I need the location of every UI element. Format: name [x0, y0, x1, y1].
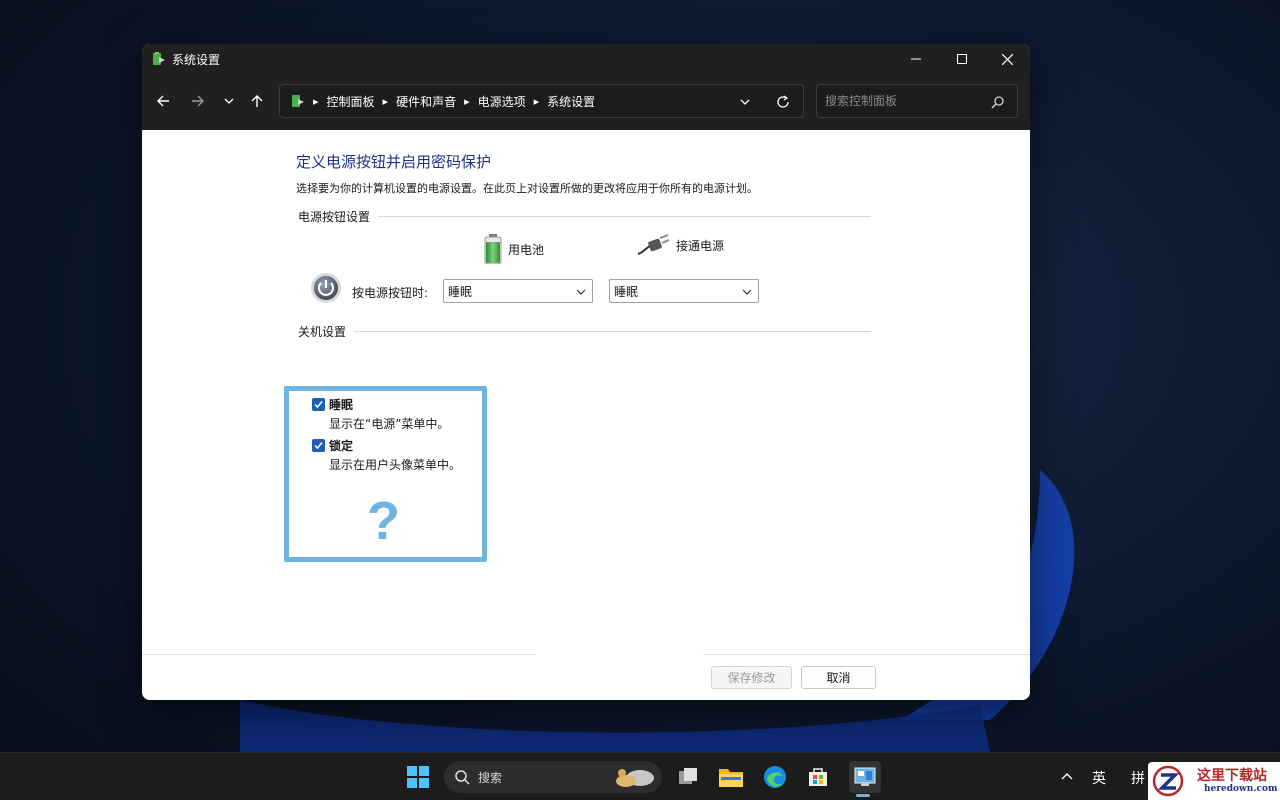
- group-header-label: 关机设置: [298, 324, 347, 339]
- breadcrumb-separator: ▸: [382, 94, 389, 108]
- breadcrumb-separator: ▸: [313, 94, 319, 108]
- recent-locations-button[interactable]: [216, 88, 242, 114]
- divider: [354, 330, 871, 332]
- minimize-button[interactable]: [893, 44, 939, 74]
- microsoft-store-icon: [809, 768, 827, 786]
- watermark-domain-text: heredown.com: [1204, 784, 1278, 794]
- chevron-up-icon[interactable]: [1061, 771, 1073, 781]
- power-button-icon: [311, 273, 341, 303]
- taskbar-search-label: 搜索: [478, 770, 503, 785]
- address-dropdown-icon[interactable]: [737, 94, 753, 110]
- battery-action-value: 睡眠: [448, 284, 473, 299]
- footer-divider-gap: [536, 652, 703, 656]
- lock-description: 显示在用户头像菜单中。: [329, 458, 462, 472]
- watermark-logo-icon: [1152, 765, 1184, 797]
- close-button[interactable]: [984, 44, 1030, 74]
- page-description: 选择要为你的计算机设置的电源设置。在此页上对设置所做的更改将应用于你所有的电源计…: [296, 182, 758, 195]
- search-box[interactable]: [816, 84, 1018, 118]
- search-icon: [455, 770, 470, 785]
- power-options-icon: [153, 52, 165, 65]
- control-panel-taskbar-button[interactable]: [849, 761, 881, 793]
- chevron-down-icon: [742, 289, 752, 295]
- navigation-bar: ▸ 控制面板 ▸ 硬件和声音 ▸ 电源选项 ▸ 系统设置: [142, 74, 1030, 130]
- chevron-down-icon: [576, 289, 586, 295]
- windows-logo-icon: [407, 766, 429, 788]
- up-button[interactable]: [244, 88, 270, 114]
- forward-button[interactable]: [185, 88, 211, 114]
- task-view-button[interactable]: [674, 763, 702, 791]
- breadcrumb-power-options[interactable]: 电源选项: [478, 93, 526, 110]
- power-plug-icon: [637, 234, 670, 255]
- lock-label: 锁定: [329, 439, 354, 453]
- arrow-right-icon: [192, 95, 204, 107]
- search-highlight-icon: [616, 769, 654, 787]
- taskbar-search[interactable]: 搜索: [444, 761, 662, 793]
- start-button[interactable]: [404, 763, 432, 791]
- save-changes-button[interactable]: 保存修改: [711, 666, 792, 689]
- plugged-in-column-header: 接通电源: [636, 234, 724, 256]
- breadcrumb-separator: ▸: [533, 94, 540, 108]
- file-explorer-button[interactable]: [717, 763, 745, 791]
- battery-label: 用电池: [508, 242, 545, 257]
- breadcrumb-control-panel[interactable]: 控制面板: [327, 93, 375, 110]
- site-watermark: 这里下载站 heredown.com: [1148, 762, 1280, 800]
- minimize-icon: [911, 58, 921, 60]
- cancel-button[interactable]: 取消: [801, 666, 876, 689]
- battery-action-select[interactable]: 睡眠: [443, 279, 593, 303]
- close-icon: [1001, 53, 1013, 65]
- divider: [378, 215, 871, 217]
- edge-browser-icon: [764, 766, 786, 788]
- sleep-description: 显示在“电源”菜单中。: [329, 417, 450, 431]
- checkmark-icon: [314, 401, 323, 409]
- breadcrumb-separator: ▸: [464, 94, 470, 108]
- control-panel-icon: [292, 95, 304, 107]
- sleep-label: 睡眠: [329, 398, 354, 412]
- ime-indicator[interactable]: 拼: [1131, 768, 1145, 788]
- checkmark-icon: [314, 442, 323, 450]
- plugged-in-label: 接通电源: [676, 238, 725, 253]
- active-app-indicator: [856, 794, 870, 797]
- edge-button[interactable]: [761, 763, 789, 791]
- language-indicator[interactable]: 英: [1092, 768, 1106, 788]
- power-button-action-label: 按电源按钮时:: [352, 286, 429, 300]
- page-title: 定义电源按钮并启用密码保护: [296, 153, 492, 171]
- lock-option[interactable]: 锁定: [312, 437, 353, 454]
- store-button[interactable]: [804, 763, 832, 791]
- back-button[interactable]: [150, 88, 176, 114]
- plugged-in-action-value: 睡眠: [614, 284, 639, 299]
- sleep-option[interactable]: 睡眠: [312, 396, 353, 413]
- taskbar: 搜索 英 拼: [0, 752, 1280, 800]
- shutdown-settings-header: 关机设置: [298, 324, 871, 339]
- refresh-icon[interactable]: [775, 94, 791, 110]
- control-panel-icon: [854, 767, 876, 786]
- task-view-icon: [679, 768, 697, 784]
- maximize-button[interactable]: [939, 44, 985, 74]
- content-area: 定义电源按钮并启用密码保护 选择要为你的计算机设置的电源设置。在此页上对设置所做…: [142, 130, 1030, 700]
- chevron-down-icon: [224, 98, 234, 104]
- breadcrumb-hardware-sound[interactable]: 硬件和声音: [396, 93, 456, 110]
- search-input[interactable]: [825, 92, 985, 110]
- battery-column-header: 用电池: [484, 234, 544, 264]
- arrow-up-icon: [251, 95, 263, 107]
- plugged-in-action-select[interactable]: 睡眠: [609, 279, 759, 303]
- group-header-label: 电源按钮设置: [298, 209, 371, 224]
- address-bar[interactable]: ▸ 控制面板 ▸ 硬件和声音 ▸ 电源选项 ▸ 系统设置: [279, 84, 804, 118]
- maximize-icon: [957, 54, 967, 64]
- power-button-settings-header: 电源按钮设置: [298, 209, 871, 224]
- breadcrumb-system-settings[interactable]: 系统设置: [547, 93, 595, 110]
- title-bar: 系统设置: [142, 44, 1030, 74]
- window-title: 系统设置: [172, 53, 221, 67]
- watermark-chinese-text: 这里下载站: [1197, 768, 1267, 784]
- arrow-left-icon: [157, 95, 169, 107]
- system-settings-window: 系统设置 ▸ 控制面板 ▸ 硬件和声音 ▸ 电源选项 ▸ 系统设置 搜索控制面板…: [142, 44, 1030, 700]
- search-icon[interactable]: [991, 95, 1005, 109]
- folder-icon: [719, 769, 743, 787]
- lock-checkbox[interactable]: [312, 439, 325, 452]
- battery-icon: [484, 234, 502, 264]
- sleep-checkbox[interactable]: [312, 398, 325, 411]
- question-mark-annotation: ?: [367, 491, 400, 551]
